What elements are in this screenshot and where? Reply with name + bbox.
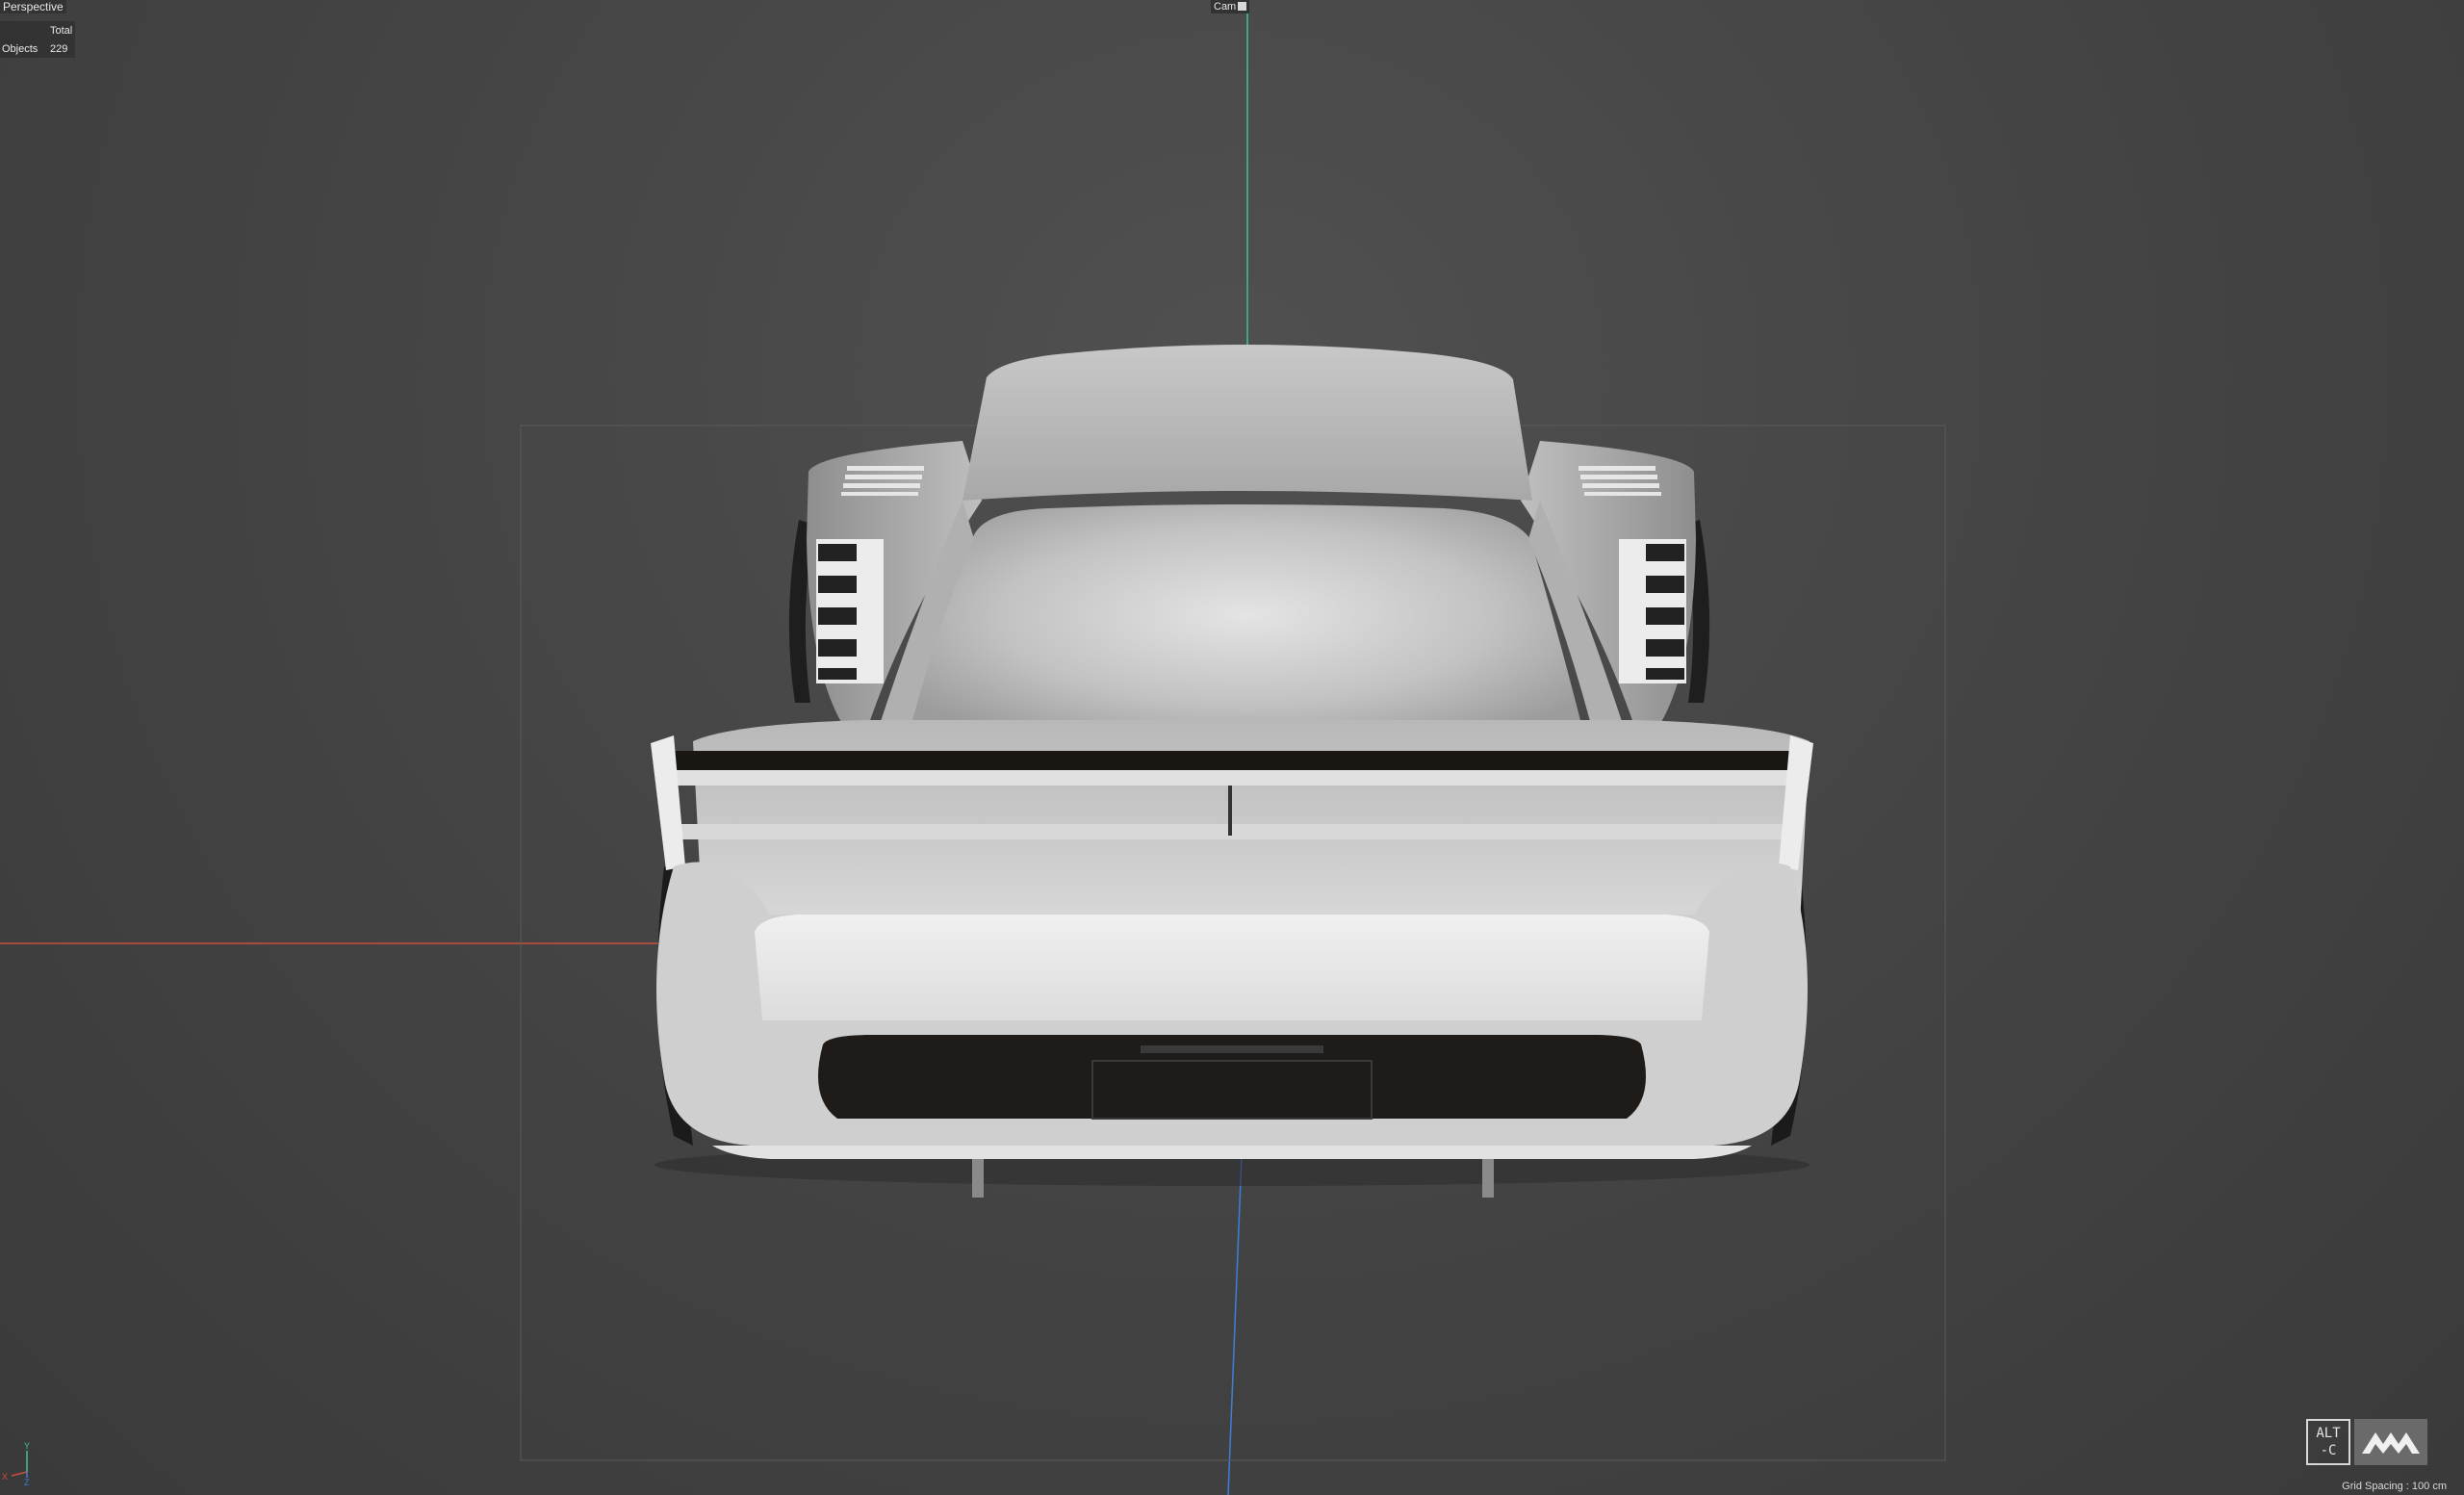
roof xyxy=(962,345,1532,501)
stats-objects-label: Objects xyxy=(2,43,38,55)
3d-viewport[interactable]: Perspective Total Objects 229 Cam Y X Z … xyxy=(0,0,2464,1495)
axis-y-label: Y xyxy=(24,1441,30,1451)
altc-logo-line2: -C xyxy=(2320,1443,2337,1458)
diffuser-strip xyxy=(1141,1045,1323,1053)
grid-spacing-label: Grid Spacing : 100 cm xyxy=(2342,1481,2447,1492)
rear-splitter xyxy=(712,1146,1752,1159)
scene-canvas[interactable] xyxy=(0,0,2464,1495)
rear-wing-main-plane xyxy=(664,751,1800,770)
left-side-intake xyxy=(816,539,884,683)
view-name-label[interactable]: Perspective xyxy=(0,0,66,13)
stats-objects-value: 229 xyxy=(50,43,68,55)
tail-light-bar xyxy=(755,915,1709,1020)
tow-hook-left xyxy=(972,1159,984,1198)
stats-total-header: Total xyxy=(50,25,73,37)
brand-logo-mark-icon xyxy=(2362,1432,2420,1454)
axis-z-label: Z xyxy=(24,1478,30,1485)
brand-logo xyxy=(2354,1419,2427,1465)
axis-gizmo: Y X Z xyxy=(2,1441,30,1485)
altc-logo-line1: ALT xyxy=(2316,1426,2341,1441)
rear-deck xyxy=(693,720,1810,924)
camera-label: Cam xyxy=(1214,1,1237,13)
camera-tag[interactable]: Cam xyxy=(1211,0,1250,13)
stats-panel: Total Objects 229 xyxy=(0,21,75,58)
rear-wing-top-plane xyxy=(670,770,1794,786)
right-side-intake xyxy=(1619,539,1686,683)
altc-logo: ALT -C xyxy=(2306,1419,2350,1465)
tow-hook-right xyxy=(1482,1159,1494,1198)
z-axis-line xyxy=(1227,1154,1243,1495)
rear-window xyxy=(905,504,1588,751)
camera-icon[interactable] xyxy=(1238,2,1247,11)
axis-x-label: X xyxy=(2,1472,8,1482)
